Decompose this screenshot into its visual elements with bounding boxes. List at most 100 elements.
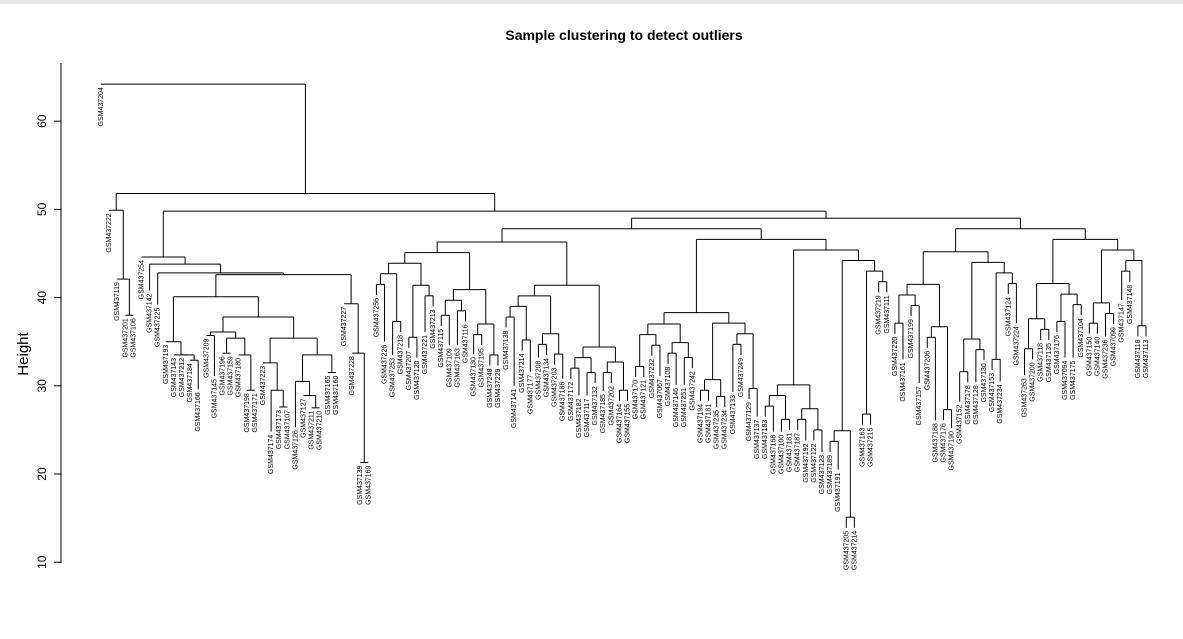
- leaf-label: GSM437184: [187, 363, 194, 402]
- leaf-label: GSM437232: [649, 359, 656, 398]
- leaf-label: GSM437192: [803, 443, 810, 482]
- leaf-label: GSM437212: [179, 358, 186, 397]
- leaf-label: GSM437159: [228, 356, 235, 395]
- leaf-label: GSM437145: [211, 379, 218, 418]
- leaf-label: GSM437203: [552, 368, 559, 407]
- leaf-label: GSM437235: [714, 410, 721, 449]
- leaf-label: GSM437253: [390, 358, 397, 397]
- leaf-label: GSM437165: [325, 375, 332, 414]
- leaf-label: GSM437173: [276, 410, 283, 449]
- leaf-label: GSM437120: [414, 360, 421, 399]
- leaf-label: GSM437146: [673, 388, 680, 427]
- leaf-label: GSM437251: [681, 388, 688, 427]
- leaf-label: GSM437161: [900, 362, 907, 401]
- y-tick-label: 10: [35, 555, 49, 569]
- leaf-label: GSM437196: [220, 356, 227, 395]
- leaf-label: GSM437141: [511, 389, 518, 428]
- chart-title: Sample clustering to detect outliers: [505, 27, 742, 43]
- leaf-label: GSM437204: [98, 87, 105, 126]
- y-axis-ticks: 10 20 30 40 50 60: [35, 114, 61, 569]
- leaf-label: GSM437254: [139, 260, 146, 299]
- leaf-label: GSM437099: [1111, 327, 1118, 366]
- leaf-label: GSM437160: [333, 375, 340, 414]
- leaf-label: GSM437170: [633, 380, 640, 419]
- leaf-label: GSM437214: [519, 353, 526, 392]
- leaf-label: GSM437185: [600, 394, 607, 433]
- leaf-label: GSM437155: [625, 404, 632, 443]
- leaf-label: GSM437176: [940, 423, 947, 462]
- y-tick-label: 60: [35, 114, 49, 128]
- leaf-label: GSM437206: [924, 351, 931, 390]
- leaf-label: GSM437234: [722, 410, 729, 449]
- leaf-label: GSM437127: [301, 398, 308, 437]
- leaf-label: GSM437132: [592, 386, 599, 425]
- leaf-label: GSM437234: [997, 384, 1004, 423]
- leaf-label: GSM437201: [122, 318, 129, 357]
- leaf-label: GSM437153: [989, 373, 996, 412]
- leaf-label: GSM437138: [503, 330, 510, 369]
- leaf-label: GSM437157: [916, 386, 923, 425]
- leaf-label: GSM437174: [268, 435, 275, 474]
- leaf-label: GSM437100: [778, 435, 785, 474]
- leaf-label: GSM437150: [1086, 337, 1093, 376]
- leaf-label: GSM437219: [876, 295, 883, 334]
- leaf-label: GSM437176: [1054, 335, 1061, 374]
- leaf-label: GSM437109: [446, 348, 453, 387]
- leaf-label: GSM437220: [892, 337, 899, 376]
- leaf-label: GSM437130: [471, 357, 478, 396]
- leaf-label: GSM437116: [463, 324, 470, 363]
- leaf-label: GSM437113: [1143, 339, 1150, 378]
- leaf-label: GSM437129: [746, 402, 753, 441]
- leaf-label: GSM437198: [244, 393, 251, 432]
- leaf-label: GSM437168: [770, 435, 777, 474]
- y-axis-label: Height: [15, 331, 32, 375]
- leaf-label: GSM437111: [884, 295, 891, 333]
- leaf-label: GSM437242: [689, 371, 696, 410]
- leaf-label: GSM437195: [479, 348, 486, 387]
- leaf-label: GSM437189: [827, 455, 834, 494]
- leaf-label: GSM437106: [130, 318, 137, 357]
- leaf-label: GSM437118: [1038, 343, 1045, 382]
- leaf-label: GSM437226: [382, 345, 389, 384]
- leaf-label: GSM437181: [787, 433, 794, 472]
- leaf-label: GSM437142: [147, 293, 154, 332]
- leaf-label: GSM437133: [730, 395, 737, 434]
- leaf-label: GSM437199: [908, 319, 915, 358]
- leaf-label: GSM437126: [292, 430, 299, 469]
- y-tick-label: 20: [35, 467, 49, 481]
- leaf-label: GSM437229: [495, 368, 502, 407]
- leaf-label: GSM437169: [365, 465, 372, 504]
- leaf-label: GSM437215: [868, 428, 875, 467]
- leaf-label: GSM437171: [252, 393, 259, 432]
- leaf-label: GSM437135: [1046, 343, 1053, 382]
- leaf-label: GSM437208: [535, 360, 542, 399]
- leaf-label: GSM437222: [106, 213, 113, 252]
- leaf-label: GSM437067: [657, 379, 664, 418]
- leaf-label: GSM437164: [616, 404, 623, 443]
- leaf-label: GSM437205: [843, 531, 850, 570]
- leaf-label: GSM437152: [957, 405, 964, 444]
- leaf-label: GSM437236: [1102, 339, 1109, 378]
- leaf-label: GSM437122: [811, 443, 818, 482]
- leaf-label: GSM437181: [706, 404, 713, 443]
- y-tick-label: 40: [35, 291, 49, 305]
- leaf-label: GSM437137: [754, 420, 761, 459]
- leaf-label: GSM437213: [430, 309, 437, 348]
- leaf-label: GSM437187: [795, 433, 802, 472]
- leaf-label: GSM437163: [454, 348, 461, 387]
- leaf-label: GSM437143: [171, 358, 178, 397]
- leaf-label: GSM437218: [398, 335, 405, 374]
- leaf-label: GSM437183: [762, 420, 769, 459]
- leaf-label: GSM437107: [284, 410, 291, 449]
- leaf-label: GSM437147: [1119, 303, 1126, 342]
- leaf-label: GSM437202: [608, 386, 615, 425]
- leaf-label: GSM437227: [341, 307, 348, 346]
- leaf-label: GSM437200: [1030, 362, 1037, 401]
- leaf-label: GSM437207: [406, 351, 413, 390]
- leaf-label: GSM437224: [1013, 326, 1020, 365]
- leaf-label: GSM437263: [1021, 378, 1028, 417]
- leaf-label: GSM437115: [438, 329, 445, 368]
- leaf-label: GSM437172: [568, 382, 575, 421]
- leaf-label: GSM437194: [697, 404, 704, 443]
- leaf-label: GSM437134: [544, 358, 551, 397]
